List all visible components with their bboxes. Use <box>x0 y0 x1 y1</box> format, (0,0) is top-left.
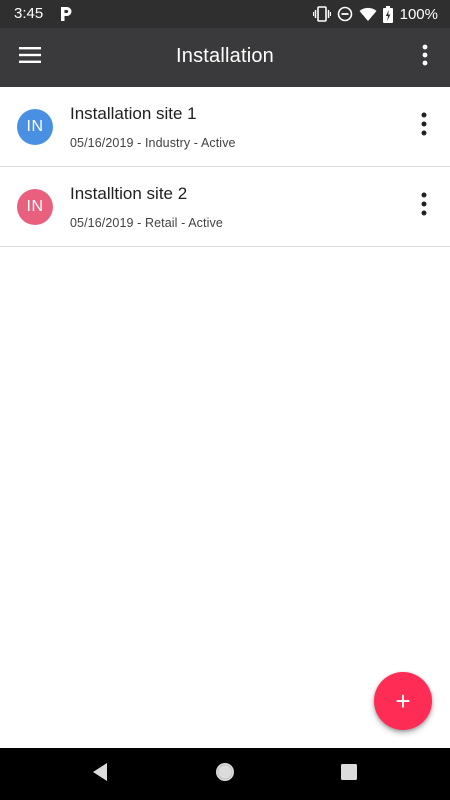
do-not-disturb-icon <box>337 6 353 22</box>
status-time: 3:45 <box>14 5 44 22</box>
item-more-button[interactable] <box>414 191 434 221</box>
recents-button[interactable] <box>337 762 361 786</box>
item-subtitle: 05/16/2019 - Retail - Active <box>70 216 223 230</box>
status-bar: 3:45 100% <box>0 0 450 28</box>
plus-icon: + <box>395 685 411 716</box>
navigation-bar <box>0 748 450 800</box>
screen: 3:45 100% Installation IN Installation s… <box>0 0 450 800</box>
item-title: Installtion site 2 <box>70 184 188 203</box>
item-title: Installation site 1 <box>70 104 197 123</box>
list-item[interactable]: IN Installtion site 2 05/16/2019 - Retai… <box>0 167 450 247</box>
wifi-icon <box>359 7 377 22</box>
avatar: IN <box>17 189 53 225</box>
overflow-menu-button[interactable] <box>410 41 440 73</box>
battery-percentage: 100% <box>399 5 438 23</box>
list-item[interactable]: IN Installation site 1 05/16/2019 - Indu… <box>0 87 450 167</box>
item-more-button[interactable] <box>414 111 434 141</box>
add-site-button[interactable]: + <box>374 672 432 730</box>
recents-icon <box>340 763 358 786</box>
home-icon <box>214 761 236 788</box>
home-button[interactable] <box>213 762 237 786</box>
more-vert-icon <box>422 44 428 71</box>
item-subtitle: 05/16/2019 - Industry - Active <box>70 136 236 150</box>
back-button[interactable] <box>88 762 112 786</box>
status-icons: 100% <box>312 4 438 24</box>
more-vert-icon <box>421 192 427 221</box>
more-vert-icon <box>421 112 427 141</box>
site-list: IN Installation site 1 05/16/2019 - Indu… <box>0 87 450 247</box>
back-icon <box>91 762 109 787</box>
parking-app-icon <box>58 6 73 22</box>
battery-charging-icon <box>382 5 393 23</box>
avatar: IN <box>17 109 53 145</box>
app-bar: Installation <box>0 28 450 87</box>
vibrate-icon <box>312 6 331 22</box>
page-title: Installation <box>175 45 274 67</box>
